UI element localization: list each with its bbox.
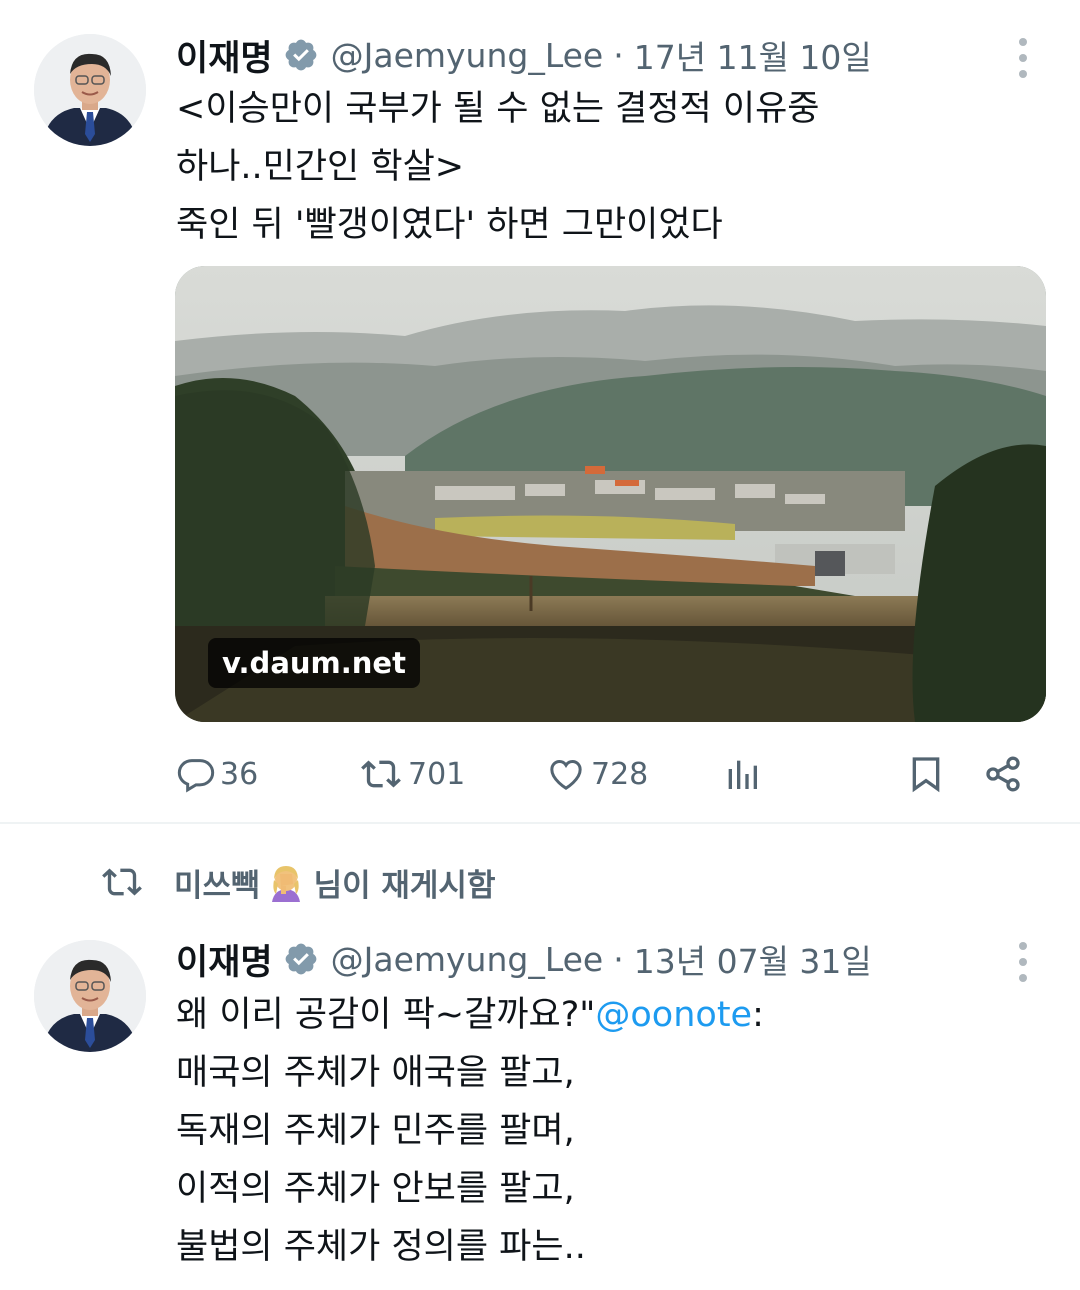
views-icon bbox=[728, 760, 757, 789]
more-options-icon[interactable] bbox=[1006, 38, 1040, 78]
author-avatar[interactable] bbox=[34, 940, 146, 1052]
like-count: 728 bbox=[591, 756, 649, 792]
retweet-suffix: 님이 재게시함 bbox=[313, 867, 496, 904]
mention-link[interactable]: @oonote bbox=[595, 995, 752, 1035]
share-icon bbox=[986, 756, 1020, 792]
tweet-date[interactable]: 13년 07월 31일 bbox=[634, 935, 872, 983]
retweet-count: 701 bbox=[408, 756, 466, 792]
author-avatar[interactable] bbox=[34, 34, 146, 146]
tweet-text: 왜 이리 공감이 팍~갈까요?"@oonote: 매국의 주체가 애국을 팔고,… bbox=[176, 986, 1036, 1276]
tweet-text-line: 하나..민간인 학살> bbox=[176, 147, 465, 187]
verified-badge-icon bbox=[283, 37, 319, 73]
tweet-2[interactable]: 미쓰빽 님이 재게시함 이재명 @Jaemyung_Lee · 13년 07월 … bbox=[0, 830, 1080, 1290]
tweet-1[interactable]: 이재명 @Jaemyung_Lee · 17년 11월 10일 <이승만이 국부… bbox=[0, 0, 1080, 822]
bookmark-button[interactable] bbox=[906, 748, 946, 800]
tweet-header: 이재명 @Jaemyung_Lee · 17년 11월 10일 bbox=[176, 30, 872, 80]
separator-dot: · bbox=[613, 939, 624, 979]
tweet-header: 이재명 @Jaemyung_Lee · 13년 07월 31일 bbox=[176, 934, 872, 984]
verified-badge-icon bbox=[283, 941, 319, 977]
author-name[interactable]: 이재명 bbox=[176, 30, 273, 81]
tweet-text-line: 매국의 주체가 애국을 팔고, bbox=[176, 1053, 575, 1093]
tweet-text-line: 불법의 주체가 정의를 파는.. bbox=[176, 1227, 586, 1267]
retweet-icon bbox=[102, 868, 142, 896]
share-button[interactable] bbox=[983, 748, 1023, 800]
tweet-text-line: 왜 이리 공감이 팍~갈까요?"@oonote: bbox=[176, 986, 1036, 1044]
link-domain-label[interactable]: v.daum.net bbox=[208, 638, 420, 688]
retweet-button[interactable]: 701 bbox=[358, 748, 465, 800]
author-handle[interactable]: @Jaemyung_Lee bbox=[331, 36, 604, 75]
retweet-banner: 미쓰빽 님이 재게시함 bbox=[100, 860, 495, 904]
separator-dot: · bbox=[613, 35, 624, 75]
tweet-text-line: 이적의 주체가 안보를 팔고, bbox=[176, 1169, 575, 1209]
tweet-text-segment: 왜 이리 공감이 팍~갈까요?" bbox=[176, 995, 596, 1035]
tweet-text-segment: : bbox=[752, 995, 764, 1035]
facepalm-emoji-icon bbox=[266, 862, 306, 902]
bookmark-icon bbox=[912, 757, 940, 793]
more-options-icon[interactable] bbox=[1006, 942, 1040, 982]
tweet-text-line: 독재의 주체가 민주를 팔며, bbox=[176, 1111, 575, 1151]
tweet-divider bbox=[0, 822, 1080, 824]
retweet-icon bbox=[361, 760, 401, 788]
tweet-actions: 36 701 728 bbox=[0, 748, 1080, 800]
heart-icon bbox=[550, 759, 582, 790]
like-button[interactable]: 728 bbox=[545, 748, 648, 800]
tweet-text-line: 죽인 뒤 '빨갱이였다' 하면 그만이었다 bbox=[176, 205, 723, 245]
tweet-text: <이승만이 국부가 될 수 없는 결정적 이유중 하나..민간인 학살> 죽인 … bbox=[176, 80, 1036, 254]
tweet-text-line: <이승만이 국부가 될 수 없는 결정적 이유중 bbox=[176, 89, 820, 129]
reply-icon bbox=[177, 759, 215, 793]
reply-count: 36 bbox=[220, 756, 259, 792]
views-button[interactable] bbox=[722, 748, 762, 800]
tweet-date[interactable]: 17년 11월 10일 bbox=[634, 31, 872, 79]
author-handle[interactable]: @Jaemyung_Lee bbox=[331, 940, 604, 979]
retweeter-name[interactable]: 미쓰빽 bbox=[174, 860, 260, 905]
author-name[interactable]: 이재명 bbox=[176, 934, 273, 985]
reply-button[interactable]: 36 bbox=[176, 748, 258, 800]
